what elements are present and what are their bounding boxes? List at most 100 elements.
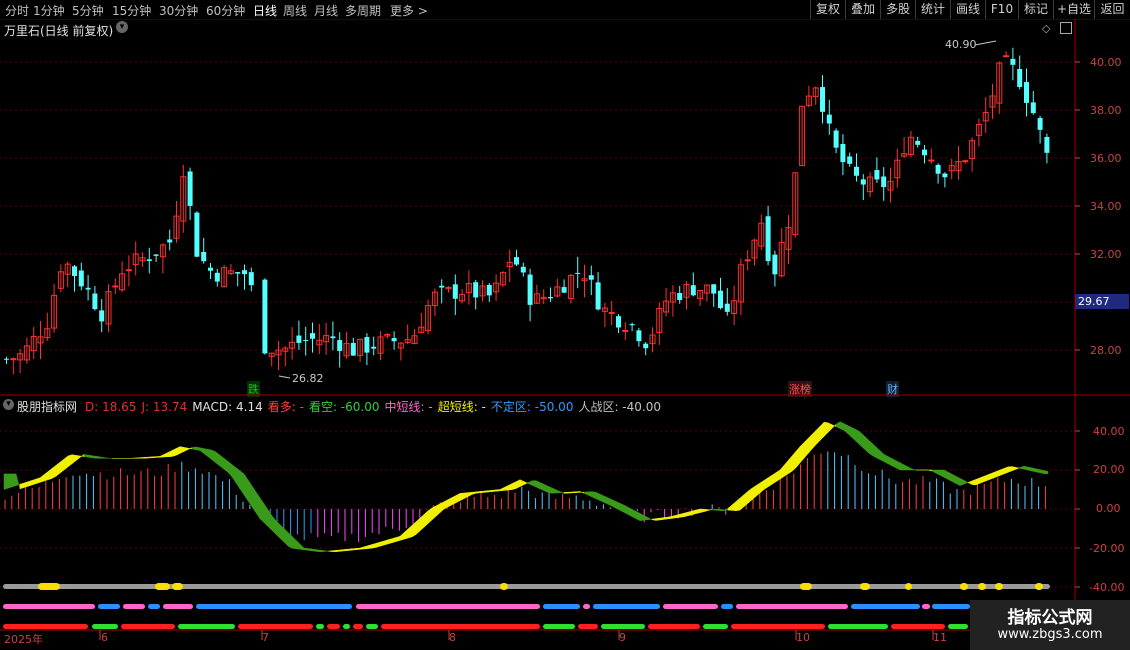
candle-body — [371, 346, 377, 349]
indicator-item: 不定区: -50.00 — [490, 400, 574, 414]
candle-body — [486, 284, 492, 296]
ribbon-segment — [947, 471, 953, 482]
ribbon-segment — [767, 474, 773, 488]
diamond-icon[interactable]: ◇ — [1042, 22, 1050, 35]
ribbon-segment — [407, 524, 413, 539]
tab-1min[interactable]: 1分钟 — [33, 2, 65, 19]
f10-button[interactable]: F10 — [985, 0, 1018, 19]
candle-body — [208, 267, 213, 271]
chevron-down-icon[interactable]: ▾ — [116, 21, 128, 33]
candle-body — [907, 136, 914, 156]
ribbon-segment — [507, 483, 513, 491]
ribbon-segment — [255, 491, 261, 520]
tab-daily[interactable]: 日线 — [253, 2, 277, 19]
candle-body — [452, 284, 458, 299]
event-tag-finance[interactable]: 财 — [886, 381, 899, 397]
candle-body — [982, 111, 989, 122]
tab-monthly[interactable]: 月线 — [314, 2, 338, 19]
candle-body — [711, 284, 717, 294]
tab-intraday[interactable]: 分时 — [5, 2, 29, 19]
trend-band — [721, 604, 733, 609]
ribbon-segment — [383, 539, 389, 546]
indicator-values: D: 18.65 J: 13.74 MACD: 4.14 看多: - 看空: -60.0… — [85, 398, 666, 415]
ribbon-segment — [239, 470, 245, 496]
tab-15min[interactable]: 15分钟 — [112, 2, 151, 19]
signal-band — [648, 624, 700, 629]
candle-body — [316, 339, 323, 346]
multi-stock-button[interactable]: 多股 — [880, 0, 915, 19]
candle-body — [1010, 58, 1016, 65]
ribbon-segment — [739, 494, 745, 511]
ribbon-segment — [1003, 466, 1009, 475]
ribbon-segment — [279, 524, 285, 543]
x-label-jul: 7 — [262, 631, 269, 644]
ribbon-segment — [411, 521, 417, 538]
ribbon-segment — [691, 509, 697, 516]
tab-60min[interactable]: 60分钟 — [206, 2, 245, 19]
ribbon-segment — [671, 514, 677, 519]
stats-button[interactable]: 统计 — [915, 0, 950, 19]
ribbon-segment — [567, 491, 573, 494]
ribbon-segment — [1039, 469, 1045, 474]
ribbon-segment — [91, 455, 97, 459]
ribbon-segment — [35, 477, 41, 484]
candle-body — [431, 291, 438, 307]
candle-body — [173, 215, 180, 239]
signal-band — [381, 624, 540, 629]
ribbon-segment — [575, 491, 581, 493]
candle-body — [840, 143, 846, 163]
ribbon-segment — [879, 450, 885, 463]
candle-body — [567, 274, 574, 299]
candle-body — [915, 140, 921, 145]
ribbon-segment — [247, 479, 253, 508]
candle-body — [636, 330, 642, 342]
candle-body — [744, 259, 751, 262]
signal-band — [353, 624, 363, 629]
candle-body — [139, 257, 146, 262]
candle-body — [499, 272, 506, 286]
ribbon-segment — [779, 464, 785, 480]
ribbon-segment — [555, 489, 561, 494]
candle-body — [384, 333, 391, 337]
watermark-url: www.zbgs3.com — [997, 627, 1103, 642]
tab-5min[interactable]: 5分钟 — [72, 2, 104, 19]
candle-body — [554, 286, 561, 297]
ribbon-segment — [195, 446, 201, 451]
tab-30min[interactable]: 30分钟 — [159, 2, 198, 19]
tab-weekly[interactable]: 周线 — [283, 2, 307, 19]
price-tick-28: 28.00 — [1090, 344, 1122, 357]
candle-body — [85, 287, 91, 290]
adjust-button[interactable]: 复权 — [810, 0, 845, 19]
kline-chart — [0, 19, 1130, 650]
ribbon-segment — [187, 447, 193, 450]
candle-body — [758, 222, 765, 247]
mark-button[interactable]: 标记 — [1018, 0, 1053, 19]
trend-band — [593, 604, 660, 609]
draw-button[interactable]: 画线 — [950, 0, 985, 19]
candle-body — [78, 270, 84, 287]
zone-band-yellow — [500, 583, 508, 590]
chevron-down-icon[interactable]: ▾ — [3, 399, 14, 410]
overlay-button[interactable]: 叠加 — [845, 0, 880, 19]
ribbon-segment — [751, 485, 757, 501]
ribbon-segment — [847, 425, 853, 439]
event-tag-fall[interactable]: 跌 — [247, 381, 260, 397]
candle-body — [608, 312, 615, 315]
ribbon-segment — [735, 497, 741, 512]
ribbon-segment — [287, 531, 293, 549]
add-watchlist-button[interactable]: +自选 — [1053, 0, 1094, 19]
ribbon-segment — [331, 550, 337, 552]
ribbon-segment — [787, 455, 793, 475]
tab-multi-period[interactable]: 多周期 — [345, 2, 381, 19]
panel-toggle-icon[interactable] — [1060, 22, 1072, 34]
candle-body — [57, 271, 64, 289]
candle-body — [718, 290, 723, 309]
back-button[interactable]: 返回 — [1094, 0, 1130, 19]
candle-body — [737, 264, 744, 303]
zone-band-yellow — [155, 583, 170, 590]
ribbon-segment — [655, 517, 661, 521]
tab-more[interactable]: 更多 > — [390, 2, 428, 19]
candle-body — [595, 282, 601, 310]
event-tag-top-gainers[interactable]: 涨榜 — [788, 381, 812, 397]
ind-tick-20: 20.00 — [1093, 463, 1125, 476]
